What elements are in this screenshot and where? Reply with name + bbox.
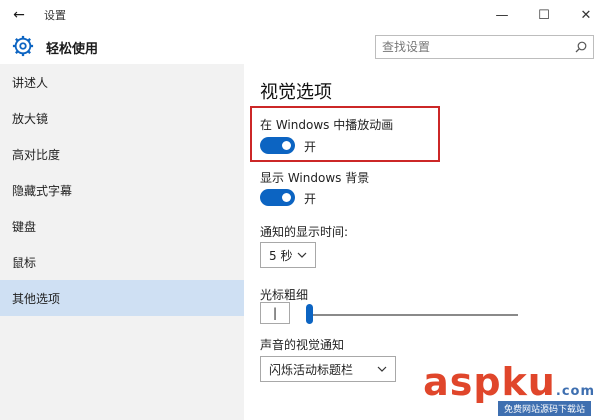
visual-notify-dropdown[interactable]: 闪烁活动标题栏 xyxy=(260,356,396,382)
background-toggle[interactable] xyxy=(260,189,295,206)
animations-state: 开 xyxy=(304,140,317,154)
sidebar-item-closed-captions[interactable]: 隐藏式字幕 xyxy=(0,172,244,208)
toggle-knob xyxy=(282,193,291,202)
close-button[interactable]: ✕ xyxy=(565,0,607,30)
sidebar-item-magnifier[interactable]: 放大镜 xyxy=(0,100,244,136)
cursor-width-slider-track[interactable] xyxy=(306,314,518,316)
background-label: 显示 Windows 背景 xyxy=(260,171,370,185)
cursor-preview: | xyxy=(260,302,290,324)
sidebar-item-high-contrast[interactable]: 高对比度 xyxy=(0,136,244,172)
sidebar-item-keyboard[interactable]: 键盘 xyxy=(0,208,244,244)
chevron-down-icon xyxy=(377,366,387,372)
cursor-width-label: 光标粗细 xyxy=(260,288,309,302)
back-button[interactable]: ← xyxy=(0,0,38,30)
cursor-width-slider-thumb[interactable] xyxy=(306,304,313,324)
page-title: 轻松使用 xyxy=(46,42,99,57)
gear-icon xyxy=(12,35,34,57)
visual-notify-label: 声音的视觉通知 xyxy=(260,338,345,352)
watermark-subtitle: 免费网站源码下载站 xyxy=(497,401,591,416)
maximize-button[interactable]: ☐ xyxy=(523,0,565,30)
watermark-logo: aspku.com xyxy=(423,360,595,404)
sidebar-item-other-options[interactable]: 其他选项 xyxy=(0,280,244,316)
sidebar: 讲述人 放大镜 高对比度 隐藏式字幕 键盘 鼠标 其他选项 xyxy=(0,64,244,420)
window-title: 设置 xyxy=(44,9,66,22)
notify-time-label: 通知的显示时间: xyxy=(260,225,349,239)
search-box[interactable] xyxy=(375,35,594,59)
background-state: 开 xyxy=(304,192,317,206)
title-bar: ← 设置 — ☐ ✕ xyxy=(0,0,607,30)
window-controls: — ☐ ✕ xyxy=(481,0,607,30)
notify-time-value: 5 秒 xyxy=(269,248,293,263)
header: 轻松使用 xyxy=(0,30,607,64)
animations-label: 在 Windows 中播放动画 xyxy=(260,118,394,132)
watermark: aspku.com 免费网站源码下载站 xyxy=(421,360,599,416)
back-arrow-icon: ← xyxy=(13,7,25,23)
section-title: 视觉选项 xyxy=(260,82,332,103)
sidebar-item-mouse[interactable]: 鼠标 xyxy=(0,244,244,280)
search-input[interactable] xyxy=(376,36,566,58)
search-icon[interactable] xyxy=(575,41,587,53)
animations-toggle[interactable] xyxy=(260,137,295,154)
visual-notify-value: 闪烁活动标题栏 xyxy=(269,362,354,377)
chevron-down-icon xyxy=(297,252,307,258)
notify-time-dropdown[interactable]: 5 秒 xyxy=(260,242,316,268)
minimize-button[interactable]: — xyxy=(481,0,523,30)
sidebar-item-narrator[interactable]: 讲述人 xyxy=(0,64,244,100)
toggle-knob xyxy=(282,141,291,150)
